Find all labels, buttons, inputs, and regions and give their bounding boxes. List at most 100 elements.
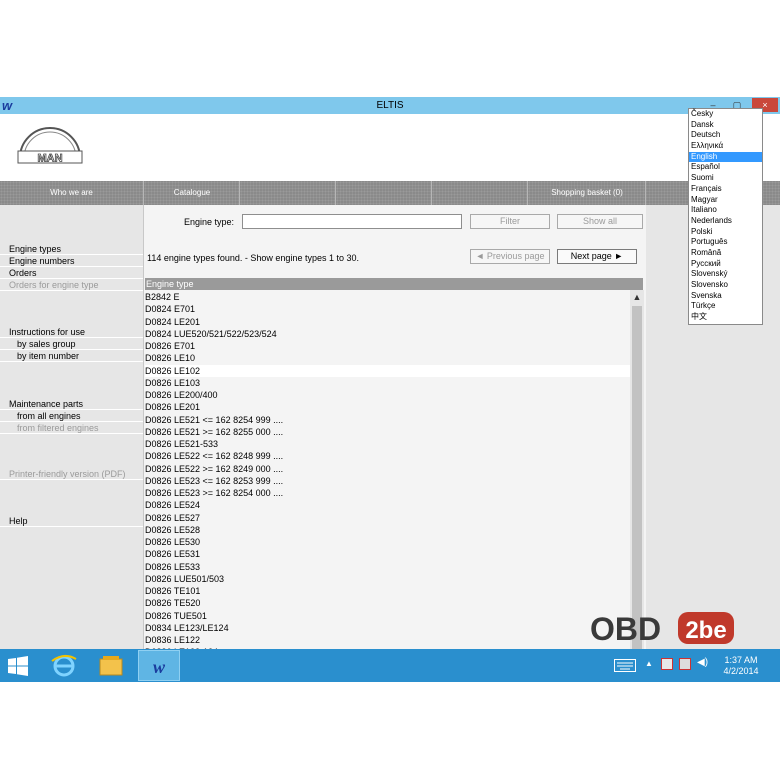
language-option[interactable]: Português: [689, 237, 762, 248]
engine-type-row[interactable]: D0824 LE201: [145, 316, 630, 328]
window-title: ELTIS: [376, 100, 404, 111]
engine-type-row[interactable]: D0826 TE520: [145, 597, 630, 609]
engine-type-row[interactable]: D0826 LE200/400: [145, 389, 630, 401]
results-summary: 114 engine types found. - Show engine ty…: [147, 253, 359, 263]
show-all-button[interactable]: Show all: [557, 214, 643, 229]
engine-type-row[interactable]: D0826 LE533: [145, 561, 630, 573]
screen: w ELTIS – ▢ × MAN Who we are Catalogue S…: [0, 97, 780, 682]
filter-button[interactable]: Filter: [470, 214, 550, 229]
internet-explorer-icon[interactable]: [44, 650, 84, 681]
language-option[interactable]: Русский: [689, 259, 762, 270]
engine-type-list: B2842 E D0824 E701 D0824 LE201 D0824 LUE520…: [145, 291, 630, 649]
watermark-text-b: 2be: [685, 617, 726, 644]
tray-clock[interactable]: 1:37 AM 4/2/2014: [721, 655, 761, 677]
sidebar-item-by-sales-group[interactable]: by sales group: [0, 338, 143, 350]
keyboard-icon[interactable]: [614, 659, 636, 672]
engine-type-row[interactable]: D0826 LE530: [145, 536, 630, 548]
watermark-text-a: OBD: [590, 611, 661, 647]
sidebar-item-engine-numbers[interactable]: Engine numbers: [0, 255, 143, 267]
sidebar-item-orders[interactable]: Orders: [0, 267, 143, 279]
list-scrollbar[interactable]: ▲: [630, 290, 644, 649]
svg-text:w: w: [153, 657, 166, 677]
previous-page-button[interactable]: ◄ Previous page: [470, 249, 550, 264]
language-option[interactable]: Slovensko: [689, 280, 762, 291]
engine-type-row[interactable]: B2842 E: [145, 291, 630, 303]
engine-type-row[interactable]: D0826 LE528: [145, 524, 630, 536]
language-option[interactable]: Română: [689, 248, 762, 259]
language-option[interactable]: Magyar: [689, 195, 762, 206]
windows-start-icon[interactable]: [8, 656, 28, 676]
language-option[interactable]: Français: [689, 184, 762, 195]
language-option[interactable]: Česky: [689, 109, 762, 120]
engine-type-row[interactable]: D0824 LUE520/521/522/523/524: [145, 328, 630, 340]
sidebar: Engine types Engine numbers Orders Order…: [0, 205, 144, 649]
engine-type-input[interactable]: [242, 214, 462, 229]
scroll-thumb[interactable]: [632, 306, 642, 649]
engine-type-row[interactable]: D0826 LE524: [145, 499, 630, 511]
engine-type-row[interactable]: D0826 LE103: [145, 377, 630, 389]
tray-chevron-icon[interactable]: ▲: [645, 659, 653, 668]
engine-type-row[interactable]: D0826 LE531: [145, 548, 630, 560]
engine-type-row[interactable]: D0824 E701: [145, 303, 630, 315]
engine-type-row[interactable]: D0826 LE523 >= 162 8254 000 ....: [145, 487, 630, 499]
language-dropdown[interactable]: Česky Dansk Deutsch Ελληνικά English Español S…: [688, 108, 763, 325]
sidebar-item-from-all-engines[interactable]: from all engines: [0, 410, 143, 422]
engine-type-row[interactable]: D0836 LE122: [145, 634, 630, 646]
engine-type-row[interactable]: D0834 LE123/LE124: [145, 622, 630, 634]
eltis-taskbar-icon[interactable]: w: [138, 650, 180, 681]
network-icon[interactable]: [679, 658, 691, 670]
language-option[interactable]: English: [689, 151, 762, 163]
nav-empty-2: [335, 181, 432, 205]
engine-type-row[interactable]: D0826 LE201: [145, 401, 630, 413]
language-option[interactable]: Ελληνικά: [689, 141, 762, 152]
title-bar: w ELTIS – ▢ ×: [0, 97, 780, 114]
sidebar-item-by-item-number[interactable]: by item number: [0, 350, 143, 362]
nav-empty-3: [431, 181, 528, 205]
engine-type-row[interactable]: D0826 LE523 <= 162 8253 999 ....: [145, 475, 630, 487]
language-option[interactable]: Slovenský: [689, 269, 762, 280]
language-option[interactable]: Svenska: [689, 291, 762, 302]
sidebar-item-orders-for-engine-type: Orders for engine type: [0, 279, 143, 291]
language-option[interactable]: Suomi: [689, 173, 762, 184]
language-option[interactable]: Türkçe: [689, 301, 762, 312]
sidebar-item-maintenance-parts[interactable]: Maintenance parts: [0, 398, 143, 410]
man-logo-text: MAN: [37, 153, 62, 165]
engine-type-row[interactable]: D0826 TE101: [145, 585, 630, 597]
file-explorer-icon[interactable]: [91, 650, 131, 681]
language-option[interactable]: Español: [689, 162, 762, 173]
sidebar-item-engine-types[interactable]: Engine types: [0, 243, 143, 255]
engine-type-row[interactable]: D0826 LUE501/503: [145, 573, 630, 585]
nav-who-we-are[interactable]: Who we are: [0, 181, 143, 205]
engine-type-row[interactable]: D0826 TUE501: [145, 610, 630, 622]
engine-type-row[interactable]: D0826 LE10: [145, 352, 630, 364]
engine-type-row[interactable]: D0826 LE521 <= 162 8254 999 ....: [145, 414, 630, 426]
nav-shopping-basket[interactable]: Shopping basket (0): [527, 181, 646, 205]
engine-type-row[interactable]: D0826 LE521 >= 162 8255 000 ....: [145, 426, 630, 438]
engine-type-row[interactable]: D0826 LE522 >= 162 8249 000 ....: [145, 463, 630, 475]
next-page-button[interactable]: Next page ►: [557, 249, 637, 264]
action-center-icon[interactable]: [661, 658, 673, 670]
sidebar-item-help[interactable]: Help: [0, 515, 143, 527]
sidebar-item-from-filtered-engines: from filtered engines: [0, 422, 143, 434]
engine-type-row[interactable]: D0826 LE527: [145, 512, 630, 524]
tray-date: 4/2/2014: [723, 666, 759, 676]
sidebar-item-instructions[interactable]: Instructions for use: [0, 326, 143, 338]
engine-type-row[interactable]: D0826 LE522 <= 162 8248 999 ....: [145, 450, 630, 462]
volume-icon[interactable]: ◀): [697, 657, 708, 668]
language-option[interactable]: 中文: [689, 312, 762, 323]
language-option[interactable]: Polski: [689, 227, 762, 238]
engine-type-row[interactable]: D0826 E701: [145, 340, 630, 352]
main-panel: Engine type: Filter Show all 114 engine …: [144, 205, 646, 649]
engine-type-column-header[interactable]: Engine type: [145, 278, 643, 290]
language-option[interactable]: Italiano: [689, 205, 762, 216]
obd2be-watermark: OBD 2be: [590, 611, 734, 647]
tray-time: 1:37 AM: [724, 655, 758, 665]
nav-catalogue[interactable]: Catalogue: [143, 181, 240, 205]
nav-empty-1: [239, 181, 336, 205]
engine-type-row[interactable]: D0826 LE102: [145, 364, 630, 377]
language-option[interactable]: Dansk: [689, 120, 762, 131]
language-option[interactable]: Deutsch: [689, 130, 762, 141]
engine-type-row[interactable]: D0826 LE521-533: [145, 438, 630, 450]
language-option[interactable]: Nederlands: [689, 216, 762, 227]
scroll-up-icon[interactable]: ▲: [630, 290, 644, 304]
